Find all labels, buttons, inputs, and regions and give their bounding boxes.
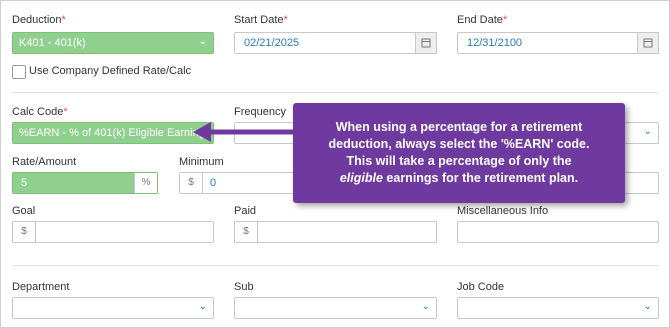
callout-arrow [193,122,295,142]
misc-info-field[interactable] [457,221,659,243]
chevron-down-icon: ⌄ [643,301,652,312]
callout-line: deduction, always select the '%EARN' cod… [328,137,590,151]
department-label: Department [12,281,70,293]
callout-line: When using a percentage for a retirement [335,120,583,134]
calc-code-label: Calc Code* [12,106,68,118]
dollar-addon: $ [180,173,203,193]
percent-addon: % [134,173,157,193]
deduction-value: K401 - 401(k) [19,37,86,49]
start-date-label: Start Date* [234,14,288,26]
frequency-label: Frequency [234,106,286,118]
callout-emphasis: eligible [339,171,383,185]
chevron-down-icon: ⌄ [421,301,430,312]
calc-code-value: %EARN - % of 401(k) Eligible Earnings [19,127,211,139]
divider [11,265,659,266]
minimum-field[interactable]: $ 0 [179,172,309,194]
department-select[interactable]: ⌄ [12,297,214,319]
deduction-select[interactable]: K401 - 401(k) ⌄ [12,32,214,54]
paid-field[interactable]: $ [234,221,437,243]
sub-select[interactable]: ⌄ [234,297,437,319]
chevron-down-icon: ⌄ [198,36,207,47]
end-date-field[interactable]: 12/31/2100 [457,32,659,54]
minimum-value: 0 [210,177,217,189]
callout-line: This will take a percentage of only the [346,154,572,168]
divider [11,92,659,93]
start-date-field[interactable]: 02/21/2025 [234,32,437,54]
minimum-label: Minimum [179,156,224,168]
paid-label: Paid [234,205,257,217]
use-company-rate-label: Use Company Defined Rate/Calc [29,65,192,77]
end-date-value: 12/31/2100 [467,37,523,49]
start-date-value: 02/21/2025 [244,37,300,49]
tip-callout: When using a percentage for a retirement… [293,103,625,203]
chevron-down-icon: ⌄ [643,126,652,137]
rate-amount-label: Rate/Amount [12,156,77,168]
dollar-addon: $ [13,222,36,242]
chevron-down-icon: ⌄ [198,301,207,312]
use-company-rate-checkbox[interactable] [12,65,26,79]
misc-info-label: Miscellaneous Info [457,205,549,217]
end-date-label: End Date* [457,14,508,26]
job-code-select[interactable]: ⌄ [457,297,659,319]
job-code-label: Job Code [457,281,505,293]
calendar-icon[interactable] [637,32,659,54]
goal-field[interactable]: $ [12,221,214,243]
rate-amount-value: 5 [21,177,28,189]
goal-label: Goal [12,205,36,217]
rate-amount-field[interactable]: 5 % [12,172,158,194]
deduction-label: Deduction* [12,14,66,26]
deduction-form: Deduction* K401 - 401(k) ⌄ Start Date* 0… [0,0,670,328]
calendar-icon[interactable] [415,32,437,54]
sub-label: Sub [234,281,254,293]
calc-code-select[interactable]: %EARN - % of 401(k) Eligible Earnings [12,122,214,144]
callout-line: eligible earnings for the retirement pla… [339,171,579,185]
dollar-addon: $ [235,222,258,242]
